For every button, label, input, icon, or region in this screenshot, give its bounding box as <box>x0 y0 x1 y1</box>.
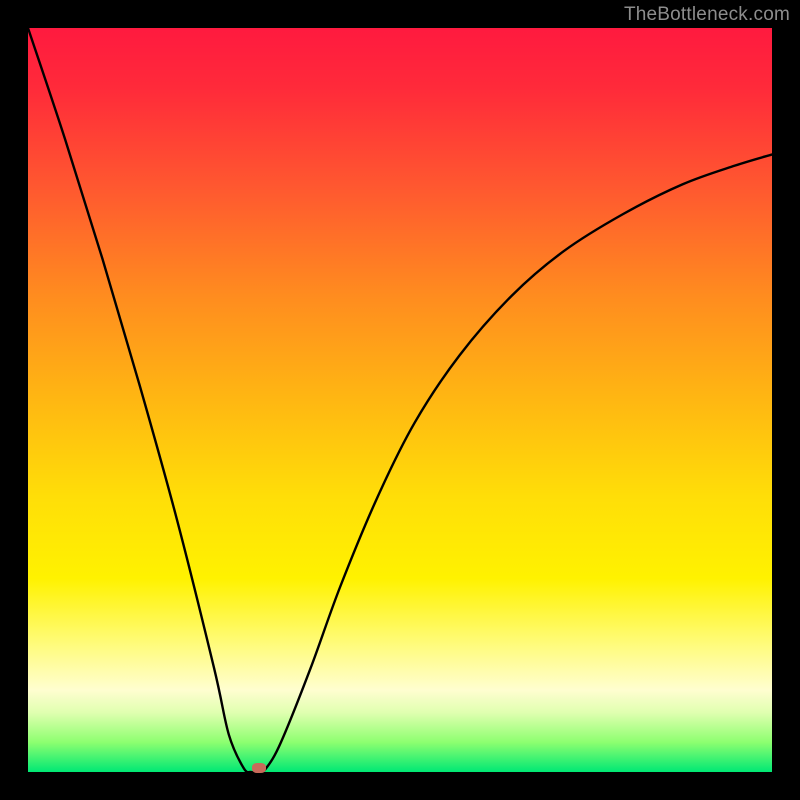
chart-frame: TheBottleneck.com <box>0 0 800 800</box>
bottleneck-curve <box>28 28 772 772</box>
watermark-text: TheBottleneck.com <box>624 4 790 26</box>
plot-area <box>28 28 772 772</box>
curve-minimum-marker <box>252 763 266 773</box>
curve-svg <box>28 28 772 772</box>
